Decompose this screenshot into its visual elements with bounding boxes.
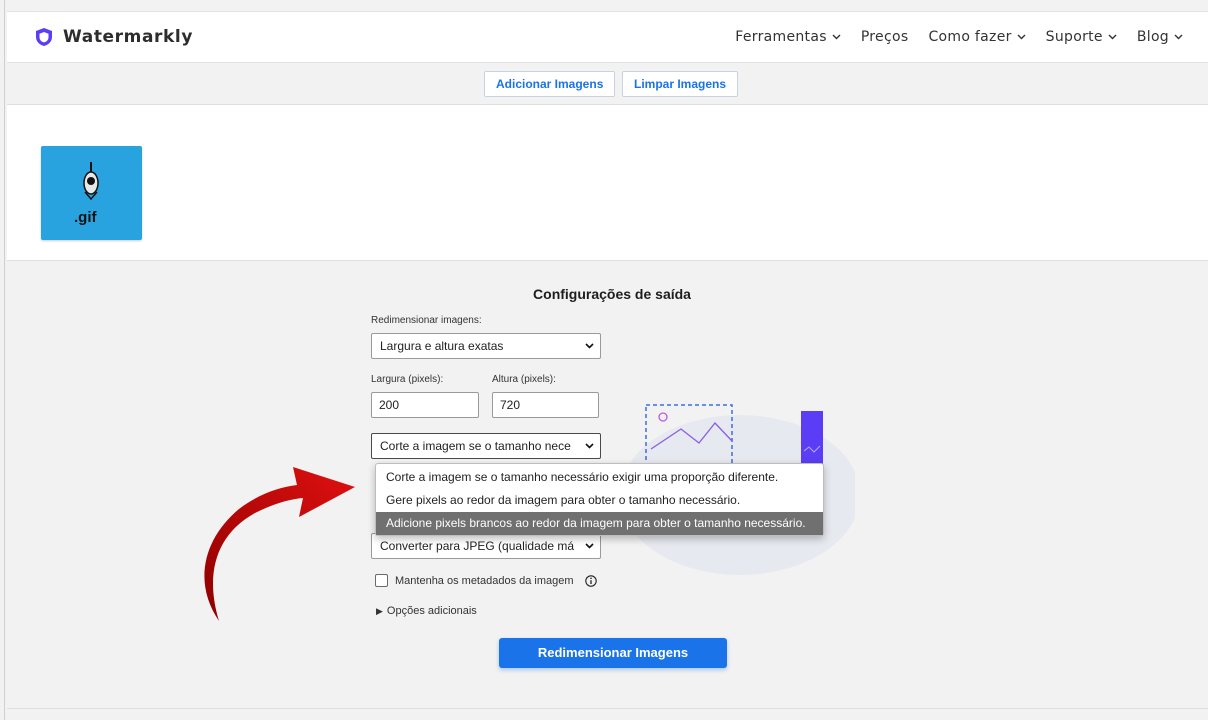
resize-images-button[interactable]: Redimensionar Imagens	[499, 638, 727, 668]
select-value: Largura e altura exatas	[380, 339, 504, 353]
main-nav: Ferramentas Preços Como fazer Suporte Bl…	[735, 29, 1183, 45]
nav-ferramentas[interactable]: Ferramentas	[735, 29, 841, 45]
select-value: Converter para JPEG (qualidade má	[380, 539, 575, 553]
info-icon[interactable]	[584, 574, 597, 587]
fit-option-generate-pixels[interactable]: Gere pixels ao redor da imagem para obte…	[376, 489, 823, 512]
red-curved-arrow-icon	[204, 467, 355, 621]
output-format-select[interactable]: Converter para JPEG (qualidade má	[371, 533, 601, 559]
image-toolbar: Adicionar Imagens Limpar Imagens	[7, 63, 1208, 105]
height-label: Altura (pixels):	[492, 374, 556, 385]
nav-label: Como fazer	[928, 29, 1012, 45]
height-input[interactable]: 720	[492, 392, 599, 418]
chevron-down-icon	[1174, 34, 1183, 40]
select-value: Corte a imagem se o tamanho nece	[380, 439, 571, 453]
nav-label: Suporte	[1045, 29, 1103, 45]
brand-name: Watermarkly	[63, 27, 194, 47]
nav-blog[interactable]: Blog	[1137, 29, 1183, 45]
bottom-divider	[7, 708, 1208, 709]
keep-metadata-checkbox[interactable]	[375, 574, 388, 587]
resize-mode-select[interactable]: Largura e altura exatas	[371, 333, 601, 359]
chevron-down-icon	[585, 443, 594, 449]
fit-mode-dropdown: Corte a imagem se o tamanho necessário e…	[375, 463, 824, 536]
resize-label: Redimensionar imagens:	[371, 315, 482, 326]
chevron-down-icon	[1017, 34, 1026, 40]
nav-label: Ferramentas	[735, 29, 827, 45]
site-header: Watermarkly Ferramentas Preços Como faze…	[7, 11, 1208, 63]
fit-mode-select[interactable]: Corte a imagem se o tamanho nece	[371, 433, 601, 459]
width-label: Largura (pixels):	[371, 374, 444, 385]
chevron-down-icon	[1108, 34, 1117, 40]
fit-option-crop[interactable]: Corte a imagem se o tamanho necessário e…	[376, 466, 823, 489]
add-images-button[interactable]: Adicionar Imagens	[484, 71, 616, 97]
image-list: .gif	[7, 105, 1208, 261]
shield-logo-icon	[36, 28, 52, 46]
thumbnail-label: .gif	[74, 209, 97, 226]
nav-label: Preços	[860, 29, 909, 45]
keep-metadata-row: Mantenha os metadados da imagem	[375, 574, 597, 587]
keep-metadata-label: Mantenha os metadados da imagem	[395, 574, 574, 587]
fit-option-white-pixels[interactable]: Adicione pixels brancos ao redor da imag…	[376, 512, 823, 535]
image-thumbnail[interactable]: .gif	[41, 146, 142, 240]
nav-como-fazer[interactable]: Como fazer	[928, 29, 1026, 45]
nav-precos[interactable]: Preços	[861, 29, 909, 45]
width-input[interactable]: 200	[371, 392, 479, 418]
triangle-right-icon: ▶	[376, 605, 383, 616]
chevron-down-icon	[832, 34, 841, 40]
top-strip	[5, 0, 1208, 10]
additional-options-label: Opções adicionais	[386, 605, 477, 617]
additional-options-toggle[interactable]: ▶ Opções adicionais	[376, 605, 477, 617]
browser-viewport: Watermarkly Ferramentas Preços Como faze…	[4, 0, 1208, 720]
nav-label: Blog	[1136, 29, 1169, 45]
chevron-down-icon	[585, 543, 594, 549]
clear-images-button[interactable]: Limpar Imagens	[622, 71, 739, 97]
settings-title: Configurações de saída	[533, 286, 691, 302]
brand-logo[interactable]: Watermarkly	[35, 27, 193, 47]
chevron-down-icon	[585, 343, 594, 349]
nav-suporte[interactable]: Suporte	[1046, 29, 1117, 45]
